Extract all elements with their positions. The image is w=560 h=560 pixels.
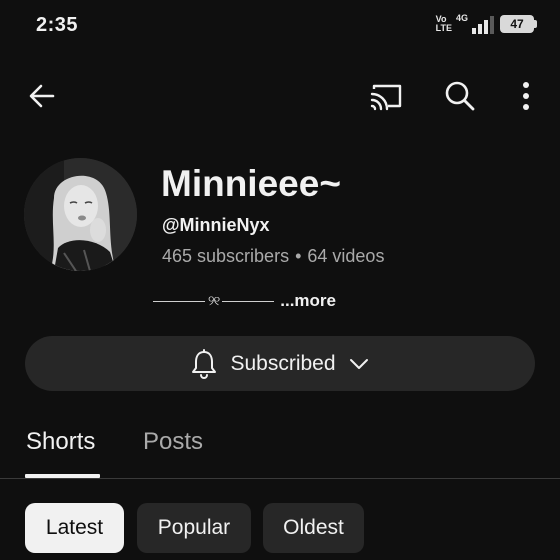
channel-handle: @MinnieNyx (162, 215, 270, 235)
chip-popular[interactable]: Popular (137, 503, 251, 553)
search-icon (445, 81, 475, 111)
chip-latest[interactable]: Latest (25, 503, 124, 553)
channel-name: Minnieee~ (161, 163, 341, 204)
stats-separator: • (295, 246, 302, 266)
more-options-button[interactable] (504, 74, 548, 118)
volte-bottom-label: LTE (435, 23, 452, 33)
channel-description[interactable]: ୨୧ ...more (153, 290, 336, 312)
signal-bars (472, 16, 494, 34)
active-tab-indicator (25, 474, 100, 478)
status-time: 2:35 (36, 14, 79, 36)
video-count: 64 videos (307, 246, 385, 266)
bell-icon (192, 348, 217, 379)
back-arrow-icon (29, 84, 55, 108)
back-button[interactable] (20, 74, 64, 118)
cast-icon (370, 84, 402, 111)
subscribed-label: Subscribed (230, 351, 336, 375)
volte-indicator: Vo LTE (436, 15, 452, 33)
tab-shorts[interactable]: Shorts (26, 428, 95, 456)
top-app-bar (0, 72, 560, 120)
tab-posts[interactable]: Posts (143, 428, 203, 456)
channel-tabs: Shorts Posts (0, 415, 560, 479)
description-divider-right (222, 300, 275, 302)
sort-chips: Latest Popular Oldest (0, 503, 560, 553)
status-icons: Vo LTE 4G 47 (436, 13, 537, 34)
battery-icon: 47 (500, 15, 537, 33)
search-button[interactable] (438, 74, 482, 118)
signal-icon: 4G (456, 13, 494, 34)
network-type-label: 4G (456, 13, 469, 23)
battery-level: 47 (510, 17, 524, 31)
chip-oldest[interactable]: Oldest (263, 503, 364, 553)
channel-stats: 465 subscribers • 64 videos (162, 246, 384, 267)
avatar-photo (24, 158, 137, 271)
more-vert-icon (523, 82, 529, 110)
more-link[interactable]: ...more (280, 291, 336, 311)
description-divider-left (153, 300, 205, 302)
channel-avatar[interactable] (24, 158, 137, 271)
description-glyph: ୨୧ (208, 293, 220, 308)
chevron-down-icon (349, 358, 368, 369)
status-bar: 2:35 Vo LTE 4G 47 (0, 0, 560, 52)
subscribed-button[interactable]: Subscribed (25, 336, 535, 391)
cast-button[interactable] (364, 74, 408, 118)
subscriber-count: 465 subscribers (162, 246, 290, 266)
